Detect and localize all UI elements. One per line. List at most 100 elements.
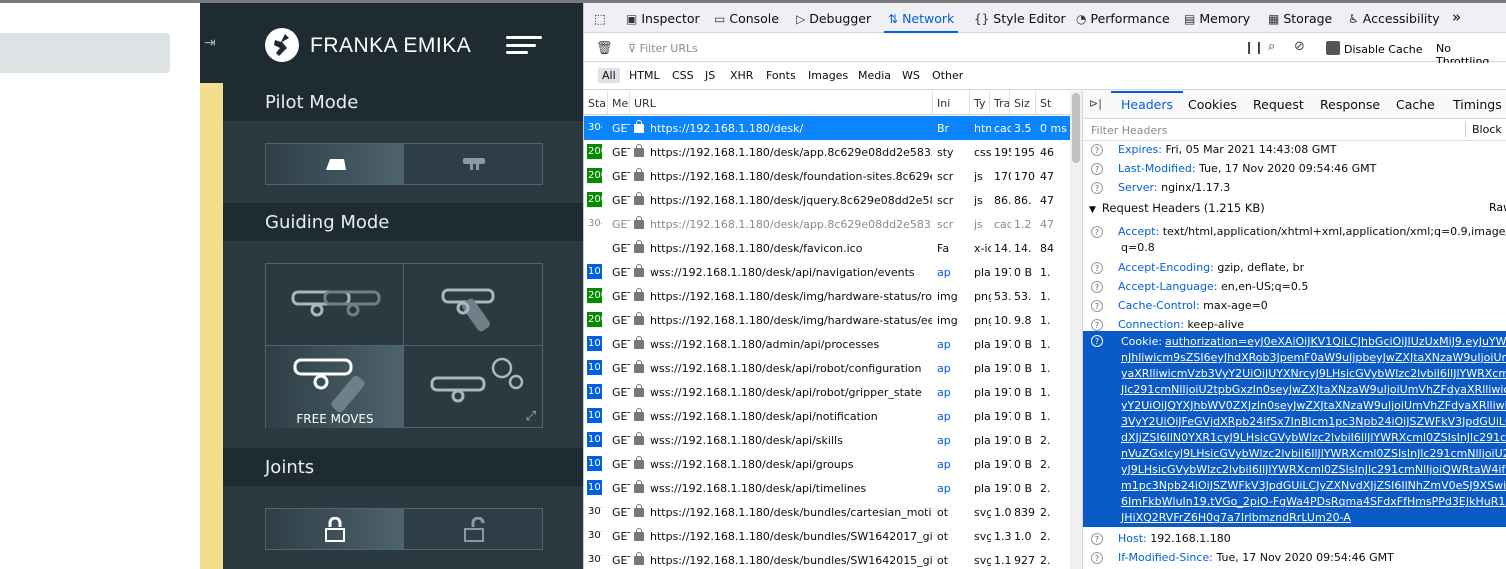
- lock-icon: [634, 288, 644, 301]
- type-media[interactable]: Media: [854, 68, 895, 83]
- type-ws[interactable]: WS: [898, 68, 924, 83]
- collapse-sidebar-icon[interactable]: ⇥: [204, 35, 216, 51]
- joints-locked-option[interactable]: [266, 509, 404, 549]
- guiding-option-custom[interactable]: ⤢: [404, 346, 542, 428]
- request-row[interactable]: 307 GET https://192.168.1.180/desk/bundles…: [584, 524, 1070, 548]
- tab-memory[interactable]: ▤ Memory: [1184, 3, 1250, 33]
- col-start[interactable]: St: [1036, 91, 1070, 115]
- request-row[interactable]: 101 GET wss://192.168.1.180/desk/api/timel…: [584, 476, 1070, 500]
- left-search-field[interactable]: [0, 33, 170, 73]
- col-url[interactable]: URL: [630, 91, 933, 115]
- help-icon[interactable]: ?: [1091, 319, 1103, 331]
- col-status[interactable]: Sta: [584, 91, 608, 115]
- tab-debugger[interactable]: ▷ Debugger: [796, 3, 871, 33]
- help-icon[interactable]: ?: [1091, 281, 1103, 293]
- menu-icon[interactable]: [506, 36, 542, 54]
- more-tabs-icon[interactable]: »: [1452, 3, 1461, 33]
- request-row[interactable]: 101 GET wss://192.168.1.180/desk/api/notif…: [584, 404, 1070, 428]
- request-table-scrollbar[interactable]: [1070, 91, 1082, 569]
- pilot-mode-option-1[interactable]: [266, 144, 404, 184]
- request-row[interactable]: 200 GET https://192.168.1.180/desk/img/har…: [584, 308, 1070, 332]
- col-transferred[interactable]: Tra: [990, 91, 1010, 115]
- cookie-value-line: 3VyY2UiOiJFeGVjdXRpb24ifSx7InBlcm1pc3Npb…: [1121, 415, 1506, 428]
- guiding-option-free-moves[interactable]: FREE MOVES: [266, 346, 404, 428]
- request-row[interactable]: 200 GET https://192.168.1.180/desk/jquery.…: [584, 188, 1070, 212]
- request-row[interactable]: 304 GET https://192.168.1.180/desk/Br htmca…: [584, 116, 1070, 140]
- request-url-text: wss://192.168.1.180/desk/api/navigation/…: [650, 266, 915, 279]
- joints-unlocked-option[interactable]: [405, 509, 543, 549]
- help-icon[interactable]: ?: [1091, 182, 1103, 194]
- col-initiator[interactable]: Ini: [933, 91, 970, 115]
- toggle-panel-icon[interactable]: ⊳|: [1089, 97, 1102, 110]
- type-all[interactable]: All: [598, 68, 620, 83]
- pause-icon[interactable]: ❙❙: [1244, 40, 1264, 54]
- tab-performance[interactable]: ◔ Performance: [1076, 3, 1170, 33]
- details-tab-timings[interactable]: Timings: [1453, 97, 1502, 112]
- type-fonts[interactable]: Fonts: [762, 68, 800, 83]
- free-moves-label: FREE MOVES: [296, 412, 374, 426]
- request-time: 84: [1040, 242, 1054, 255]
- help-icon[interactable]: ?: [1091, 300, 1103, 312]
- scrollbar-thumb[interactable]: [1072, 93, 1080, 163]
- pick-element-icon[interactable]: ⬚: [594, 3, 606, 33]
- details-tab-cookies[interactable]: Cookies: [1188, 97, 1237, 112]
- col-type[interactable]: Ty: [970, 91, 990, 115]
- tab-inspector[interactable]: ▣ Inspector: [626, 3, 700, 33]
- tab-console[interactable]: ▭ Console: [714, 3, 779, 33]
- guiding-option-rotation[interactable]: [404, 264, 542, 346]
- disable-cache-checkbox[interactable]: [1326, 41, 1340, 55]
- pilot-mode-option-2[interactable]: [405, 144, 543, 184]
- lock-icon: [634, 168, 644, 181]
- help-icon[interactable]: ?: [1091, 533, 1103, 545]
- request-row[interactable]: 307 GET https://192.168.1.180/desk/bundles…: [584, 500, 1070, 524]
- request-row[interactable]: 200 GET https://192.168.1.180/desk/foundat…: [584, 164, 1070, 188]
- details-tab-response[interactable]: Response: [1320, 97, 1380, 112]
- tab-network[interactable]: ⇅ Network: [884, 3, 959, 33]
- request-transfer: 195: [994, 146, 1011, 159]
- help-icon[interactable]: ?: [1091, 144, 1103, 156]
- col-size[interactable]: Siz: [1010, 91, 1036, 115]
- request-row[interactable]: 101 GET wss://192.168.1.180/desk/api/robot…: [584, 356, 1070, 380]
- type-other[interactable]: Other: [928, 68, 967, 83]
- type-xhr[interactable]: XHR: [726, 68, 757, 83]
- trash-icon[interactable]: 🗑: [596, 41, 613, 56]
- request-row[interactable]: 101 GET wss://192.168.1.180/desk/api/skill…: [584, 428, 1070, 452]
- block-button[interactable]: Block: [1465, 121, 1502, 137]
- block-icon[interactable]: ⊘: [1294, 39, 1305, 54]
- details-tab-cache[interactable]: Cache: [1396, 97, 1435, 112]
- request-row[interactable]: 101 GET wss://192.168.1.180/desk/api/group…: [584, 452, 1070, 476]
- details-tab-request[interactable]: Request: [1253, 97, 1304, 112]
- request-row[interactable]: 304 GET https://192.168.1.180/desk/app.8c6…: [584, 212, 1070, 236]
- help-icon[interactable]: ?: [1091, 262, 1103, 274]
- tab-accessibility[interactable]: ♿ Accessibility: [1348, 3, 1440, 33]
- request-row[interactable]: GET https://192.168.1.180/desk/favicon.ic…: [584, 236, 1070, 260]
- filter-headers-input[interactable]: Filter Headers Block: [1083, 119, 1506, 141]
- status-code: 200: [587, 312, 602, 327]
- help-icon[interactable]: ?: [1091, 552, 1103, 564]
- request-row[interactable]: 307 GET https://192.168.1.180/desk/bundles…: [584, 548, 1070, 569]
- request-row[interactable]: 101 GET wss://192.168.1.180/admin/api/proc…: [584, 332, 1070, 356]
- search-icon[interactable]: ⌕: [1268, 39, 1275, 54]
- help-icon[interactable]: ?: [1091, 335, 1103, 347]
- request-method: GET: [612, 530, 630, 543]
- filter-urls-input[interactable]: ⊽ Filter URLs: [628, 42, 698, 55]
- request-row[interactable]: 101 GET wss://192.168.1.180/desk/api/robot…: [584, 380, 1070, 404]
- details-tab-headers[interactable]: Headers: [1121, 97, 1173, 112]
- request-row[interactable]: 200 GET https://192.168.1.180/desk/app.8c6…: [584, 140, 1070, 164]
- expand-icon[interactable]: ⤢: [526, 409, 536, 424]
- header-cookie-selected[interactable]: ? Cookie: authorization=eyJ0eXAiOiJKV1Qi…: [1083, 331, 1506, 527]
- type-css[interactable]: CSS: [668, 68, 698, 83]
- guiding-option-translation[interactable]: [266, 264, 404, 346]
- type-html[interactable]: HTML: [625, 68, 664, 83]
- type-js[interactable]: JS: [701, 68, 719, 83]
- col-method[interactable]: Me: [608, 91, 630, 115]
- request-headers-toggle[interactable]: ▼ Request Headers (1.215 KB): [1089, 201, 1265, 215]
- help-icon[interactable]: ?: [1091, 226, 1103, 238]
- raw-toggle[interactable]: Raw: [1489, 201, 1506, 214]
- tab-storage[interactable]: ▦ Storage: [1268, 3, 1332, 33]
- request-row[interactable]: 200 GET https://192.168.1.180/desk/img/har…: [584, 284, 1070, 308]
- help-icon[interactable]: ?: [1091, 163, 1103, 175]
- tab-style-editor[interactable]: {} Style Editor: [974, 3, 1066, 33]
- type-images[interactable]: Images: [804, 68, 852, 83]
- request-row[interactable]: 101 GET wss://192.168.1.180/desk/api/navig…: [584, 260, 1070, 284]
